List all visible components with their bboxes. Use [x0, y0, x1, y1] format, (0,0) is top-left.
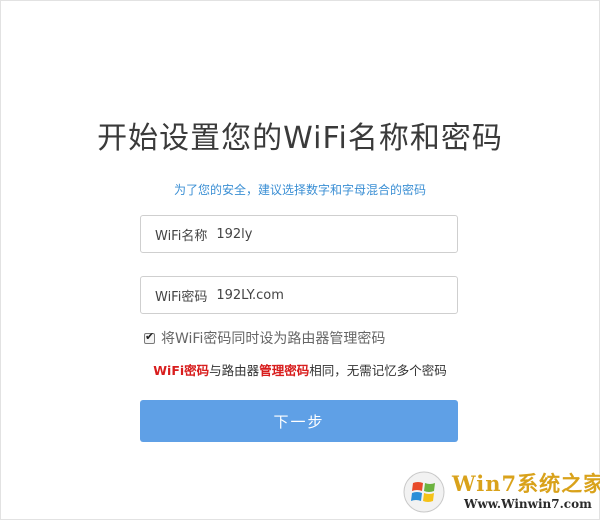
page-title: 开始设置您的WiFi名称和密码 [97, 121, 503, 156]
wifi-password-input[interactable]: WiFi密码 192LY.com [140, 276, 458, 314]
note-text-2: 相同，无需记忆多个密码 [309, 363, 447, 378]
next-button[interactable]: 下一步 [140, 400, 458, 442]
note-text-1: 与路由器 [209, 363, 260, 378]
note-admin-password: 管理密码 [259, 363, 310, 378]
wifi-name-input[interactable]: WiFi名称 192ly [140, 215, 458, 253]
wifi-password-value: 192LY.com [216, 287, 284, 303]
security-hint: 为了您的安全，建议选择数字和字母混合的密码 [173, 183, 426, 197]
same-password-checkbox[interactable]: ✔ [144, 329, 155, 344]
password-note: WiFi密码与路由器管理密码相同，无需记忆多个密码 [1, 360, 599, 379]
checkmark-icon: ✔ [145, 329, 155, 343]
wifi-name-label: WiFi名称 [155, 228, 208, 244]
windows-logo-icon [403, 471, 445, 513]
wifi-name-value: 192ly [216, 226, 253, 242]
setup-dialog: 开始设置您的WiFi名称和密码 为了您的安全，建议选择数字和字母混合的密码 Wi… [0, 0, 600, 520]
watermark-url: Www.Winwin7.com [464, 497, 592, 511]
note-wifi-password: WiFi密码 [153, 363, 210, 378]
wifi-password-label: WiFi密码 [155, 289, 208, 305]
same-password-label: 将WiFi密码同时设为路由器管理密码 [161, 331, 386, 347]
watermark-brand: Win7系统之家 [452, 471, 600, 496]
same-password-option[interactable]: ✔ 将WiFi密码同时设为路由器管理密码 [144, 328, 385, 348]
watermark: Win7系统之家 Www.Winwin7.com [402, 466, 600, 516]
